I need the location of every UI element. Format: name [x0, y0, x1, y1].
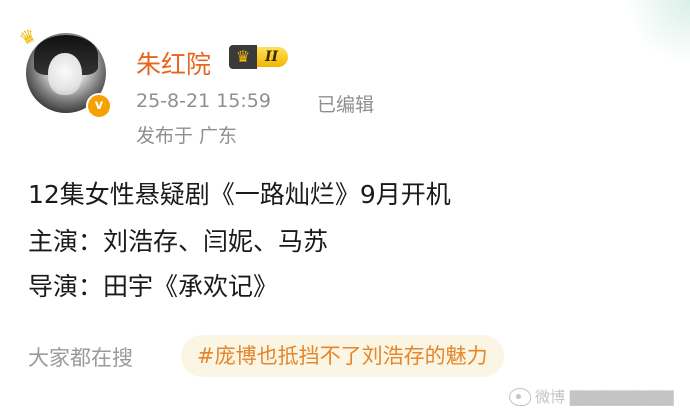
- level-number: II: [257, 47, 289, 67]
- trending-search-label: 大家都在搜: [28, 346, 133, 370]
- avatar-face: [48, 53, 82, 95]
- level-crown-icon: ♛: [229, 45, 257, 69]
- avatar-container[interactable]: ♛ v: [16, 24, 114, 119]
- watermark-text: 微博 ▇▇▇▇▇▇▇▇▇: [535, 388, 674, 406]
- post-timestamp: 25-8-21 15:59: [136, 90, 271, 112]
- level-badge[interactable]: ♛ II: [229, 45, 289, 69]
- post-content-line-1: 12集女性悬疑剧《一路灿烂》9月开机: [28, 180, 451, 209]
- verified-badge-icon: v: [86, 93, 112, 119]
- author-name[interactable]: 朱红院: [136, 45, 211, 81]
- corner-decoration: [630, 0, 690, 60]
- post-location: 发布于 广东: [136, 125, 238, 147]
- trending-hashtag[interactable]: #庞博也抵挡不了刘浩存的魅力: [181, 335, 504, 377]
- weibo-logo-icon: [509, 387, 531, 406]
- weibo-watermark: 微博 ▇▇▇▇▇▇▇▇▇: [509, 386, 674, 407]
- post-content-line-2: 主演：刘浩存、闫妮、马苏: [28, 227, 329, 256]
- post-content-line-3: 导演：田宇《承欢记》: [28, 272, 279, 301]
- edited-label[interactable]: 已编辑: [317, 90, 374, 117]
